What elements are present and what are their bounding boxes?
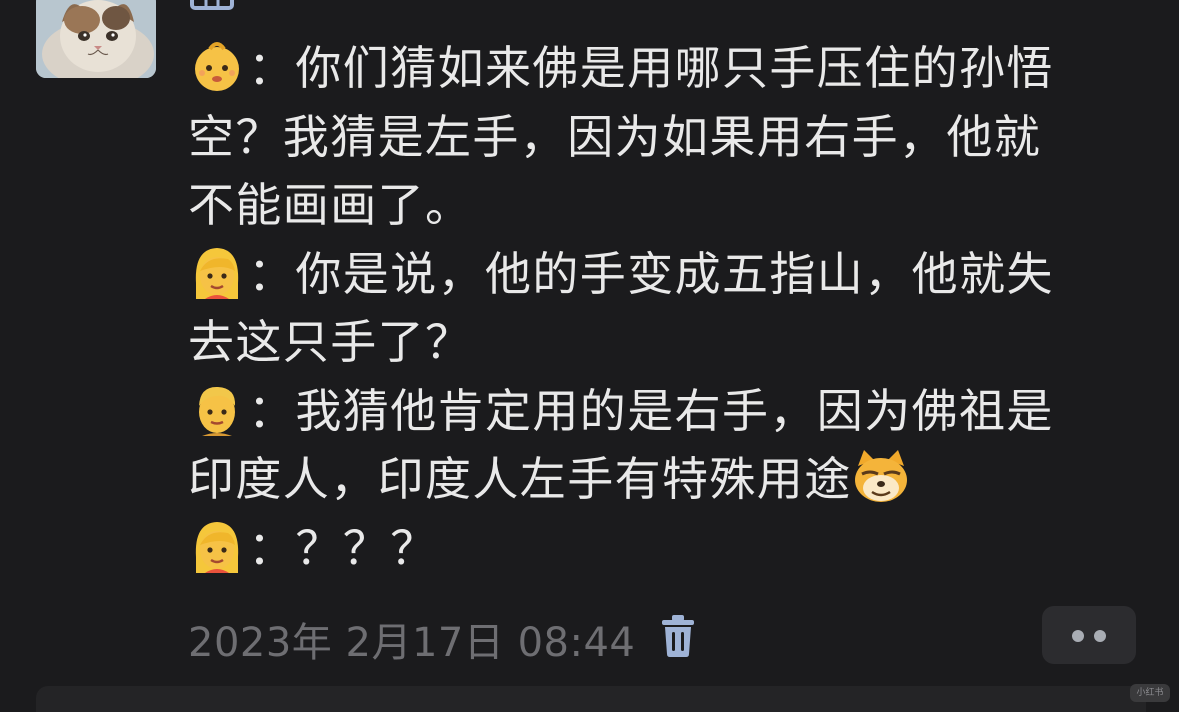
more-dot-icon [1094,630,1106,642]
message-line: ：你是说，他的手变成五指山，他就失 [188,240,1148,309]
message-line: ：你们猜如来佛是用哪只手压住的孙悟 [188,34,1148,103]
blonde-man-emoji-icon [188,380,246,438]
author-badge-icon [190,0,234,12]
xiaohongshu-watermark: 小红书 [1130,684,1170,702]
blonde-woman-emoji-icon [188,517,246,575]
message-text: ：你是说，他的手变成五指山，他就失 [248,246,1054,301]
message-text: 印度人，印度人左手有特殊用途 [188,452,852,506]
message-line: 印度人，印度人左手有特殊用途 [188,445,1148,514]
post-timestamp: 2023年 2月17日 08:44 [188,620,636,666]
doge-cat-emoji-icon [852,448,910,506]
message-text: 去这只手了？ [188,315,473,369]
blonde-woman-emoji-icon [188,243,246,301]
note-content: ：你们猜如来佛是用哪只手压住的孙悟 空？我猜是左手，因为如果用右手，他就 不能画… [188,34,1148,582]
message-line: 空？我猜是左手，因为如果用右手，他就 [188,103,1148,172]
message-line: 不能画画了。 [188,171,1148,240]
comment-input-bar[interactable] [36,686,1146,712]
note-detail-screen: ：你们猜如来佛是用哪只手压住的孙悟 空？我猜是左手，因为如果用右手，他就 不能画… [0,0,1179,712]
avatar[interactable] [36,0,156,78]
more-dot-icon [1072,630,1084,642]
message-text: 不能画画了。 [188,178,473,232]
more-dots-button[interactable] [1042,606,1136,664]
trash-icon[interactable] [658,614,698,658]
baby-emoji-icon [188,37,246,95]
message-line: ：？？？ [188,514,1148,583]
message-text: ：你们猜如来佛是用哪只手压住的孙悟 [248,41,1054,95]
message-line: 去这只手了？ [188,308,1148,377]
message-line: ：我猜他肯定用的是右手，因为佛祖是 [188,377,1148,446]
cat-photo [36,0,156,78]
message-text: ：我猜他肯定用的是右手，因为佛祖是 [248,383,1054,438]
message-text: ：？？？ [248,520,438,575]
message-text: 空？我猜是左手，因为如果用右手，他就 [188,109,1042,164]
